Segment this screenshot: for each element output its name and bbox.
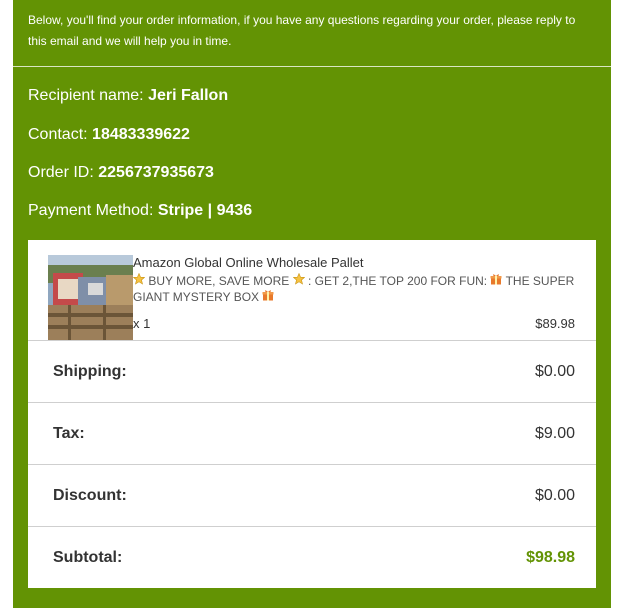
tax-label: Tax: xyxy=(53,425,85,442)
tax-value: $9.00 xyxy=(534,425,575,442)
shipping-label: Shipping: xyxy=(53,363,127,380)
order-id-label: Order ID: xyxy=(28,164,94,181)
variant-text-2: : GET 2,THE TOP 200 FOR FUN: xyxy=(307,274,491,288)
star-icon xyxy=(289,272,308,288)
payment-method-line: Payment Method: Stripe | 9436 xyxy=(28,202,252,220)
contact-value: 18483339622 xyxy=(92,126,190,143)
gift-icon xyxy=(490,274,505,288)
contact-label: Contact: xyxy=(28,126,88,143)
recipient-label: Recipient name: xyxy=(28,87,144,104)
pallet-photo-icon xyxy=(48,255,133,340)
product-quantity: x 1 xyxy=(133,316,151,331)
discount-label: Discount: xyxy=(53,487,127,504)
product-image[interactable] xyxy=(48,255,133,340)
payment-method-value: Stripe | 9436 xyxy=(157,202,253,219)
order-id-value: 2256737935673 xyxy=(98,164,214,181)
contact-line: Contact: 18483339622 xyxy=(28,126,190,144)
product-price: $89.98 xyxy=(535,316,575,331)
discount-value: $0.00 xyxy=(534,487,575,504)
order-email-panel: Below, you'll find your order informatio… xyxy=(13,0,611,608)
order-summary-card: Amazon Global Online Wholesale Pallet BU… xyxy=(28,240,596,588)
recipient-line: Recipient name: Jeri Fallon xyxy=(28,87,228,105)
subtotal-row: Subtotal: $98.98 xyxy=(28,526,596,589)
shipping-row: Shipping: $0.00 xyxy=(28,340,596,403)
intro-text: Below, you'll find your order informatio… xyxy=(28,13,576,48)
payment-method-label: Payment Method: xyxy=(28,202,154,219)
order-id-line: Order ID: 2256737935673 xyxy=(28,164,214,182)
product-name[interactable]: Amazon Global Online Wholesale Pallet xyxy=(133,255,583,270)
discount-row: Discount: $0.00 xyxy=(28,464,596,527)
recipient-name: Jeri Fallon xyxy=(148,87,229,104)
shipping-value: $0.00 xyxy=(534,363,575,380)
subtotal-value: $98.98 xyxy=(526,549,575,566)
gift-icon xyxy=(262,290,274,304)
variant-text-1: BUY MORE, SAVE MORE xyxy=(148,274,290,288)
subtotal-label: Subtotal: xyxy=(53,549,123,566)
header-divider xyxy=(13,66,611,67)
product-item: Amazon Global Online Wholesale Pallet BU… xyxy=(28,240,596,340)
product-variant: BUY MORE, SAVE MORE : GET 2,THE TOP 200 … xyxy=(132,272,583,305)
star-icon xyxy=(132,272,148,288)
tax-row: Tax: $9.00 xyxy=(28,402,596,465)
